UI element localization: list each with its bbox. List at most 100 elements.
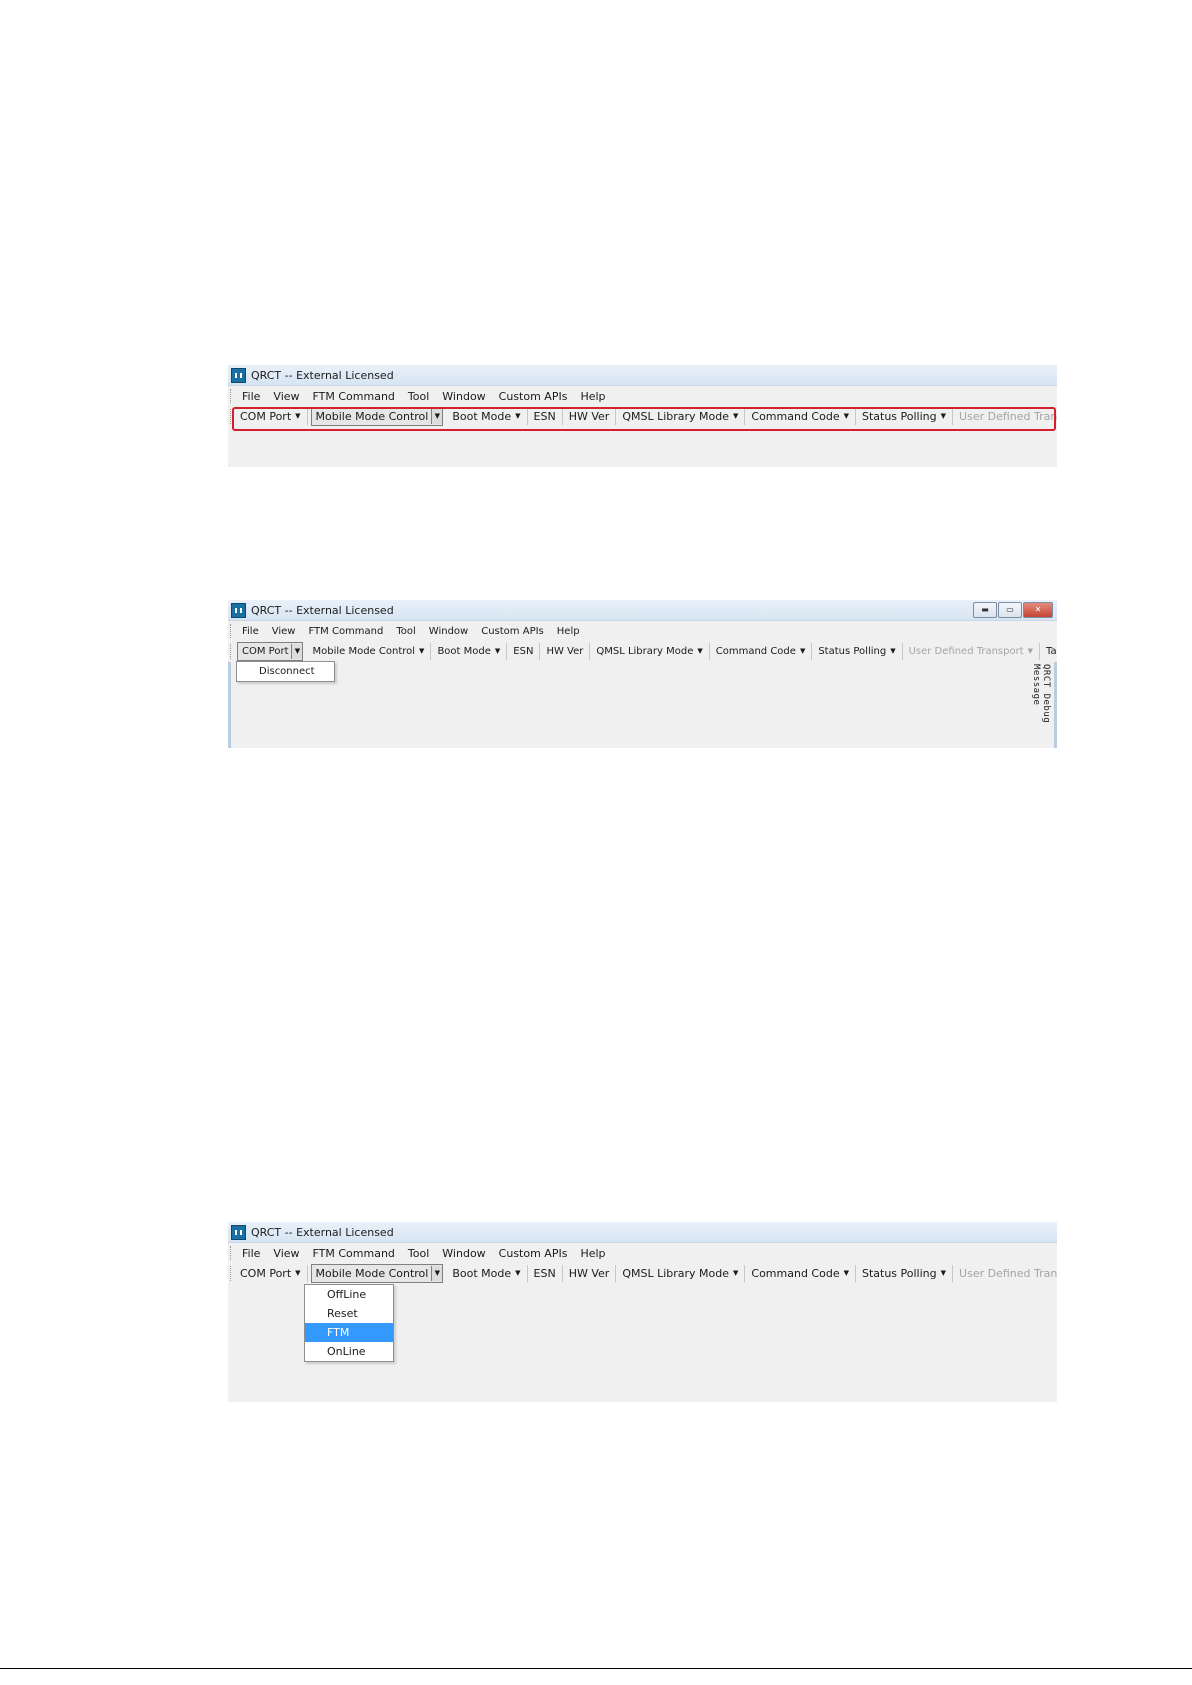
boot-mode-label: Boot Mode xyxy=(452,1267,512,1280)
dropdown-caret-icon: ▼ xyxy=(494,647,501,655)
target-button[interactable]: Target▼⌄ xyxy=(1040,643,1057,660)
screenshot-mobile-mode-menu: QRCT -- External Licensed File View FTM … xyxy=(228,1222,1057,1402)
user-defined-transport-button[interactable]: User Defined Transport▼ xyxy=(953,1265,1057,1282)
menu-ftm-command[interactable]: FTM Command xyxy=(313,390,395,403)
menu-window[interactable]: Window xyxy=(442,390,485,403)
window-title: QRCT -- External Licensed xyxy=(251,1225,394,1239)
qmsl-library-mode-button[interactable]: QMSL Library Mode ▼ xyxy=(616,1265,746,1282)
maximize-icon[interactable]: ▭ xyxy=(998,602,1022,618)
command-code-button[interactable]: Command Code ▼ xyxy=(745,1265,856,1282)
menu-item-online[interactable]: OnLine xyxy=(305,1342,393,1361)
user-defined-transport-label: User Defined Transport xyxy=(959,1267,1057,1280)
menu-file[interactable]: File xyxy=(242,626,259,637)
menu-ftm-command[interactable]: FTM Command xyxy=(313,1247,395,1260)
toolbar-highlight-box xyxy=(232,407,1056,431)
menu-window[interactable]: Window xyxy=(429,626,468,637)
dropdown-caret-icon: ▼ xyxy=(890,647,896,655)
status-polling-button[interactable]: Status Polling ▼ xyxy=(856,1265,954,1282)
menu-ftm-command[interactable]: FTM Command xyxy=(308,626,383,637)
menu-view[interactable]: View xyxy=(273,1247,299,1260)
menu-file[interactable]: File xyxy=(242,390,260,403)
menu-item-offline[interactable]: OffLine xyxy=(305,1285,393,1304)
dropdown-arrow-icon[interactable]: ▼ xyxy=(431,1266,443,1281)
title-bar: QRCT -- External Licensed xyxy=(228,1222,1057,1243)
boot-mode-label: Boot Mode xyxy=(437,646,491,657)
title-bar: QRCT -- External Licensed ▬ ▭ ✕ xyxy=(228,600,1057,621)
toolbar: COM Port ▼ Mobile Mode Control ▼ Boot Mode… xyxy=(228,1263,1057,1284)
dropdown-caret-icon: ▼ xyxy=(843,1269,849,1277)
com-port-label: COM Port xyxy=(240,1267,292,1280)
dropdown-caret-icon: ▼ xyxy=(940,1269,947,1277)
menu-item-disconnect[interactable]: Disconnect xyxy=(237,662,334,681)
dropdown-arrow-icon[interactable]: ▼ xyxy=(291,644,303,659)
toolbar: COM Port ▼ Mobile Mode Control ▼ Boot Mode… xyxy=(228,641,1057,662)
dropdown-caret-icon: ▼ xyxy=(295,1269,301,1277)
menu-tool[interactable]: Tool xyxy=(408,1247,429,1260)
menu-bar: File View FTM Command Tool Window Custom… xyxy=(228,1243,1057,1263)
menu-help[interactable]: Help xyxy=(580,390,605,403)
esn-button[interactable]: ESN xyxy=(507,643,541,660)
qmsl-library-mode-label: QMSL Library Mode xyxy=(596,646,694,657)
minimize-icon[interactable]: ▬ xyxy=(973,602,997,618)
right-frame-border xyxy=(1054,662,1057,748)
app-icon xyxy=(231,602,246,618)
mobile-mode-control-button[interactable]: Mobile Mode Control ▼ xyxy=(306,643,432,660)
user-defined-transport-label: User Defined Transport xyxy=(908,646,1024,657)
dropdown-caret-icon: ▼ xyxy=(733,1269,739,1277)
title-bar: QRCT -- External Licensed xyxy=(228,365,1057,386)
screenshot-toolbar-highlight: QRCT -- External Licensed File View FTM … xyxy=(228,365,1057,467)
mobile-mode-control-label: Mobile Mode Control xyxy=(312,646,416,657)
menu-tool[interactable]: Tool xyxy=(408,390,429,403)
menu-help[interactable]: Help xyxy=(580,1247,605,1260)
app-icon xyxy=(231,1224,246,1240)
left-frame-border xyxy=(228,662,231,748)
command-code-label: Command Code xyxy=(715,646,796,657)
menu-item-reset[interactable]: Reset xyxy=(305,1304,393,1323)
dropdown-caret-icon: ▼ xyxy=(1027,647,1034,655)
dropdown-caret-icon: ▼ xyxy=(419,647,425,655)
menu-bar: File View FTM Command Tool Window Custom… xyxy=(228,386,1057,406)
boot-mode-button[interactable]: Boot Mode ▼ xyxy=(446,1265,528,1282)
mobile-mode-control-label: Mobile Mode Control xyxy=(315,1267,429,1280)
menu-custom-apis[interactable]: Custom APIs xyxy=(499,1247,568,1260)
status-polling-label: Status Polling xyxy=(861,1267,937,1280)
page-footer-rule xyxy=(0,1668,1192,1669)
dropdown-caret-icon: ▼ xyxy=(697,647,703,655)
menu-window[interactable]: Window xyxy=(442,1247,485,1260)
command-code-label: Command Code xyxy=(751,1267,840,1280)
dropdown-caret-icon: ▼ xyxy=(515,1269,521,1277)
status-polling-button[interactable]: Status Polling ▼ xyxy=(812,643,903,660)
menu-tool[interactable]: Tool xyxy=(396,626,415,637)
window-title: QRCT -- External Licensed xyxy=(251,603,394,617)
com-port-button[interactable]: COM Port ▼ xyxy=(234,1265,308,1282)
menu-custom-apis[interactable]: Custom APIs xyxy=(499,390,568,403)
menu-custom-apis[interactable]: Custom APIs xyxy=(481,626,544,637)
mobile-mode-control-button[interactable]: Mobile Mode Control ▼ xyxy=(310,1264,444,1283)
menu-view[interactable]: View xyxy=(272,626,296,637)
menu-bar: File View FTM Command Tool Window Custom… xyxy=(228,621,1057,641)
qmsl-library-mode-button[interactable]: QMSL Library Mode ▼ xyxy=(590,643,710,660)
com-port-button[interactable]: COM Port ▼ xyxy=(237,642,304,661)
boot-mode-button[interactable]: Boot Mode ▼ xyxy=(431,643,508,660)
window-controls: ▬ ▭ ✕ xyxy=(973,602,1053,618)
app-icon xyxy=(231,367,246,383)
esn-button[interactable]: ESN xyxy=(528,1265,563,1282)
command-code-button[interactable]: Command Code ▼ xyxy=(710,643,813,660)
screenshot-com-port-menu: QRCT -- External Licensed ▬ ▭ ✕ File Vie… xyxy=(228,600,1057,748)
menu-view[interactable]: View xyxy=(273,390,299,403)
menu-item-ftm[interactable]: FTM xyxy=(305,1323,393,1342)
dropdown-caret-icon: ▼ xyxy=(799,647,806,655)
menu-file[interactable]: File xyxy=(242,1247,260,1260)
hw-ver-button[interactable]: HW Ver xyxy=(540,643,591,660)
user-defined-transport-button[interactable]: User Defined Transport▼ xyxy=(903,643,1041,660)
window-title: QRCT -- External Licensed xyxy=(251,368,394,382)
qmsl-library-mode-label: QMSL Library Mode xyxy=(622,1267,729,1280)
hw-ver-button[interactable]: HW Ver xyxy=(563,1265,617,1282)
target-label: Target xyxy=(1046,646,1057,657)
menu-help[interactable]: Help xyxy=(557,626,580,637)
close-icon[interactable]: ✕ xyxy=(1023,602,1053,618)
com-port-label: COM Port xyxy=(242,646,289,657)
debug-panel-label[interactable]: QRCT Debug Message xyxy=(1031,664,1051,748)
com-port-dropdown-menu: Disconnect xyxy=(236,661,335,682)
mobile-mode-dropdown-menu: OffLine Reset FTM OnLine xyxy=(304,1284,394,1362)
